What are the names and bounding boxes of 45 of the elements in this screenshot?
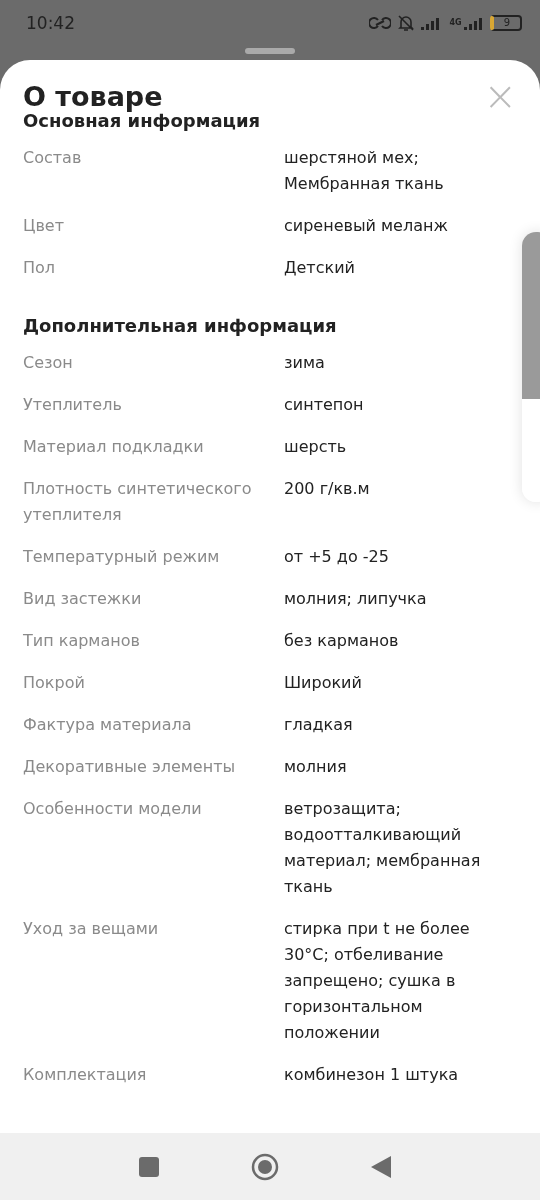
attribute-label: Уход за вещами — [23, 918, 160, 940]
attribute-label: Декоративные элементы — [23, 756, 237, 778]
attribute-value: 200 г/кв.м — [284, 478, 371, 500]
attribute-value: Детский — [284, 257, 356, 279]
attribute-label: Фактура материала — [23, 714, 193, 736]
back-icon[interactable] — [371, 1155, 391, 1178]
attribute-label: Утеплитель — [23, 394, 123, 416]
link-icon — [369, 15, 392, 30]
attribute-label: Плотность синтетического утеплителя — [23, 478, 253, 526]
home-icon[interactable] — [251, 1152, 279, 1181]
network-label: 4G — [449, 18, 462, 27]
attribute-value: шерстяной мех; Мембранная ткань — [284, 147, 445, 195]
attribute-label: Покрой — [23, 672, 86, 694]
attribute-value: комбинезон 1 штука — [284, 1064, 460, 1086]
sheet-title: О товаре — [23, 80, 163, 112]
muted-bell-icon — [397, 13, 416, 32]
drag-handle[interactable] — [245, 48, 295, 54]
attribute-value: ветрозащита; водоотталкивающий материал; мембранная ткань — [284, 798, 482, 898]
attribute-label: Особенности модели — [23, 798, 203, 820]
attribute-label: Вид застежки — [23, 588, 143, 610]
battery-indicator: 9 — [489, 14, 522, 31]
attribute-value: гладкая — [284, 714, 354, 736]
clock: 10:42 — [26, 12, 75, 33]
attribute-label: Сезон — [23, 352, 74, 374]
attribute-value: от +5 до -25 — [284, 546, 390, 568]
attribute-value: синтепон — [284, 394, 365, 416]
attribute-value: сиреневый меланж — [284, 215, 449, 237]
attribute-label: Пол — [23, 257, 57, 279]
attribute-value: стирка при t не более 30°C; отбеливание запрещено; сушка в горизонтальном положении — [284, 918, 471, 1044]
attribute-label: Тип карманов — [23, 630, 141, 652]
attribute-value: зима — [284, 352, 326, 374]
attribute-label: Комплектация — [23, 1064, 148, 1086]
attribute-value: Широкий — [284, 672, 363, 694]
section-heading: Дополнительная информация — [23, 315, 338, 336]
close-button[interactable]: × — [483, 76, 517, 116]
attribute-value: без карманов — [284, 630, 400, 652]
attribute-value: молния — [284, 756, 348, 778]
attribute-label: Состав — [23, 147, 83, 169]
recents-icon[interactable] — [139, 1156, 159, 1177]
attribute-label: Цвет — [23, 215, 65, 237]
attribute-value: молния; липучка — [284, 588, 428, 610]
attribute-label: Температурный режим — [23, 546, 221, 568]
attribute-value: шерсть — [284, 436, 348, 458]
attribute-label: Материал подкладки — [23, 436, 205, 458]
signal-icon — [463, 15, 484, 30]
